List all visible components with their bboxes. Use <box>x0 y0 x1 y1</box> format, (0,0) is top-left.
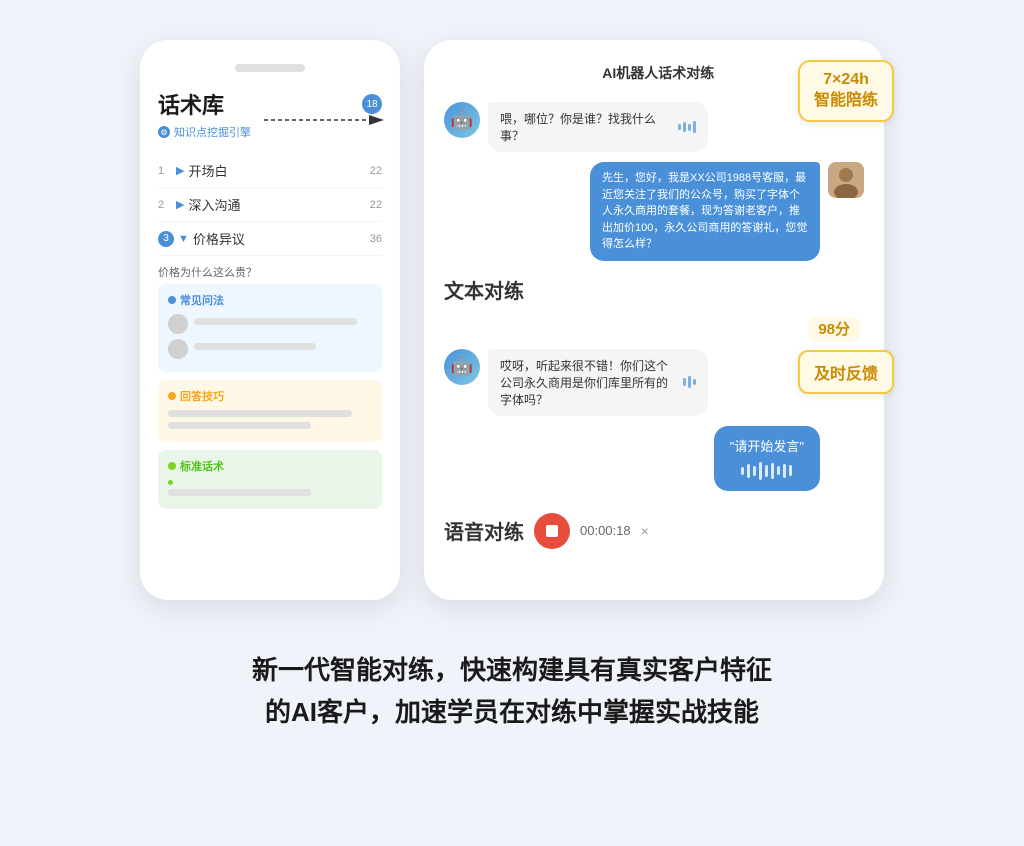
list-label-3: 价格异议 <box>193 229 370 248</box>
wave-4 <box>693 121 696 133</box>
list-item-2[interactable]: 2 ▶ 深入沟通 22 <box>158 188 382 222</box>
record-button[interactable] <box>534 513 570 549</box>
list-arrow-2: ▶ <box>176 198 184 211</box>
wave-6 <box>688 376 691 388</box>
faq-avatar-1 <box>168 314 188 334</box>
waveform <box>730 461 804 481</box>
tip-section: 回答技巧 <box>158 380 382 442</box>
voice-section: 语音对练 00:00:18 × <box>444 513 864 549</box>
wf-bar-4 <box>759 462 762 480</box>
sound-waves-1 <box>678 121 696 133</box>
human-avatar-1 <box>828 162 864 198</box>
msg-row-2: 先生，您好，我是XX公司1988号客服，最近您关注了我们的公众号，购买了字体个人… <box>444 162 864 261</box>
question-label: 价格为什么这么贵？ <box>158 264 382 280</box>
record-icon <box>546 525 558 537</box>
bot-avatar-1: 🤖 <box>444 102 480 138</box>
list-arrow-1: ▶ <box>176 164 184 177</box>
bubble-bot-2: 哎呀，听起来很不错！你们这个公司永久商用是你们库里所有的字体吗？ <box>488 349 708 416</box>
chat-mockup: AI机器人话术对练 🤖 7×24h 智能陪练 🤖 喂，哪位？你是谁？找我什么事？ <box>424 40 884 600</box>
faq-avatar-2 <box>168 339 188 359</box>
connector-arrow <box>264 105 384 140</box>
list-arrow-3: ▼ <box>178 233 189 245</box>
std-bullet <box>168 480 173 485</box>
voice-bubble-text: "请开始发言" <box>730 436 804 455</box>
badge-timely: 及时反馈 <box>798 350 894 394</box>
std-title: 标准话术 <box>168 458 372 474</box>
bottom-line1: 新一代智能对练，快速构建具有真实客户特征 的AI客户，加速学员在对练中掌握实战技… <box>252 650 772 733</box>
chat-header-title: AI机器人话术对练 <box>602 63 714 83</box>
list-num-3: 3 <box>158 231 174 247</box>
wf-bar-1 <box>741 467 744 475</box>
knowledge-icon: ⚙ <box>158 126 170 138</box>
score-badge: 98分 <box>808 317 860 342</box>
badge-7x24-line1: 7×24h <box>814 70 878 91</box>
text-practice-label: 文本对练 <box>444 275 864 304</box>
top-section: 话术库 ⚙ 知识点挖掘引擎 18 1 ▶ 开场白 22 2 ▶ 深入沟通 22 … <box>60 40 964 600</box>
timer-text: 00:00:18 <box>580 523 631 538</box>
faq-title: 常见问法 <box>168 292 372 308</box>
list-count-3: 36 <box>370 233 382 245</box>
list-num-1: 1 <box>158 165 172 177</box>
wave-5 <box>683 378 686 386</box>
tip-skeleton-1 <box>168 410 352 417</box>
phone-notch <box>235 64 305 72</box>
tip-skeleton-2 <box>168 422 311 429</box>
wf-bar-6 <box>771 463 774 479</box>
voice-bubble: "请开始发言" <box>714 426 820 491</box>
faq-dot <box>168 296 176 304</box>
voice-label: 语音对练 <box>444 516 524 545</box>
std-skeleton-1 <box>168 489 311 496</box>
bubble-bot-1: 喂，哪位？你是谁？找我什么事？ <box>488 102 708 152</box>
wf-bar-3 <box>753 466 756 476</box>
std-dot <box>168 462 176 470</box>
wave-3 <box>688 124 691 131</box>
close-button[interactable]: × <box>641 523 649 539</box>
list-item-3[interactable]: 3 ▼ 价格异议 36 <box>158 222 382 256</box>
faq-row-1 <box>168 314 372 334</box>
wave-2 <box>683 122 686 132</box>
list-item-1[interactable]: 1 ▶ 开场白 22 <box>158 154 382 188</box>
chat-messages: 🤖 喂，哪位？你是谁？找我什么事？ <box>444 102 864 549</box>
std-section: 标准话术 <box>158 450 382 509</box>
bot-avatar-2: 🤖 <box>444 349 480 385</box>
sound-waves-2 <box>683 376 696 388</box>
badge-7x24-line2: 智能陪练 <box>814 91 878 112</box>
bubble-human-1: 先生，您好，我是XX公司1988号客服，最近您关注了我们的公众号，购买了字体个人… <box>590 162 820 261</box>
wf-bar-7 <box>777 466 780 475</box>
wave-7 <box>693 379 696 385</box>
tip-title: 回答技巧 <box>168 388 372 404</box>
bottom-text: 新一代智能对练，快速构建具有真实客户特征 的AI客户，加速学员在对练中掌握实战技… <box>252 650 772 733</box>
tip-dot <box>168 392 176 400</box>
wave-1 <box>678 124 681 130</box>
list-label-2: 深入沟通 <box>188 195 369 214</box>
list-num-2: 2 <box>158 199 172 211</box>
score-container: 98分 <box>444 318 860 339</box>
wf-bar-8 <box>783 464 786 478</box>
wf-bar-2 <box>747 464 750 478</box>
wf-bar-9 <box>789 465 792 476</box>
wf-bar-5 <box>765 465 768 477</box>
faq-row-2 <box>168 339 372 359</box>
list-count-2: 22 <box>370 199 382 211</box>
badge-7x24: 7×24h 智能陪练 <box>798 60 894 122</box>
faq-section: 常见问法 <box>158 284 382 372</box>
list-count-1: 22 <box>370 165 382 177</box>
list-label-1: 开场白 <box>188 161 369 180</box>
faq-skeleton-2 <box>194 343 316 350</box>
faq-skeleton-1 <box>194 318 357 325</box>
